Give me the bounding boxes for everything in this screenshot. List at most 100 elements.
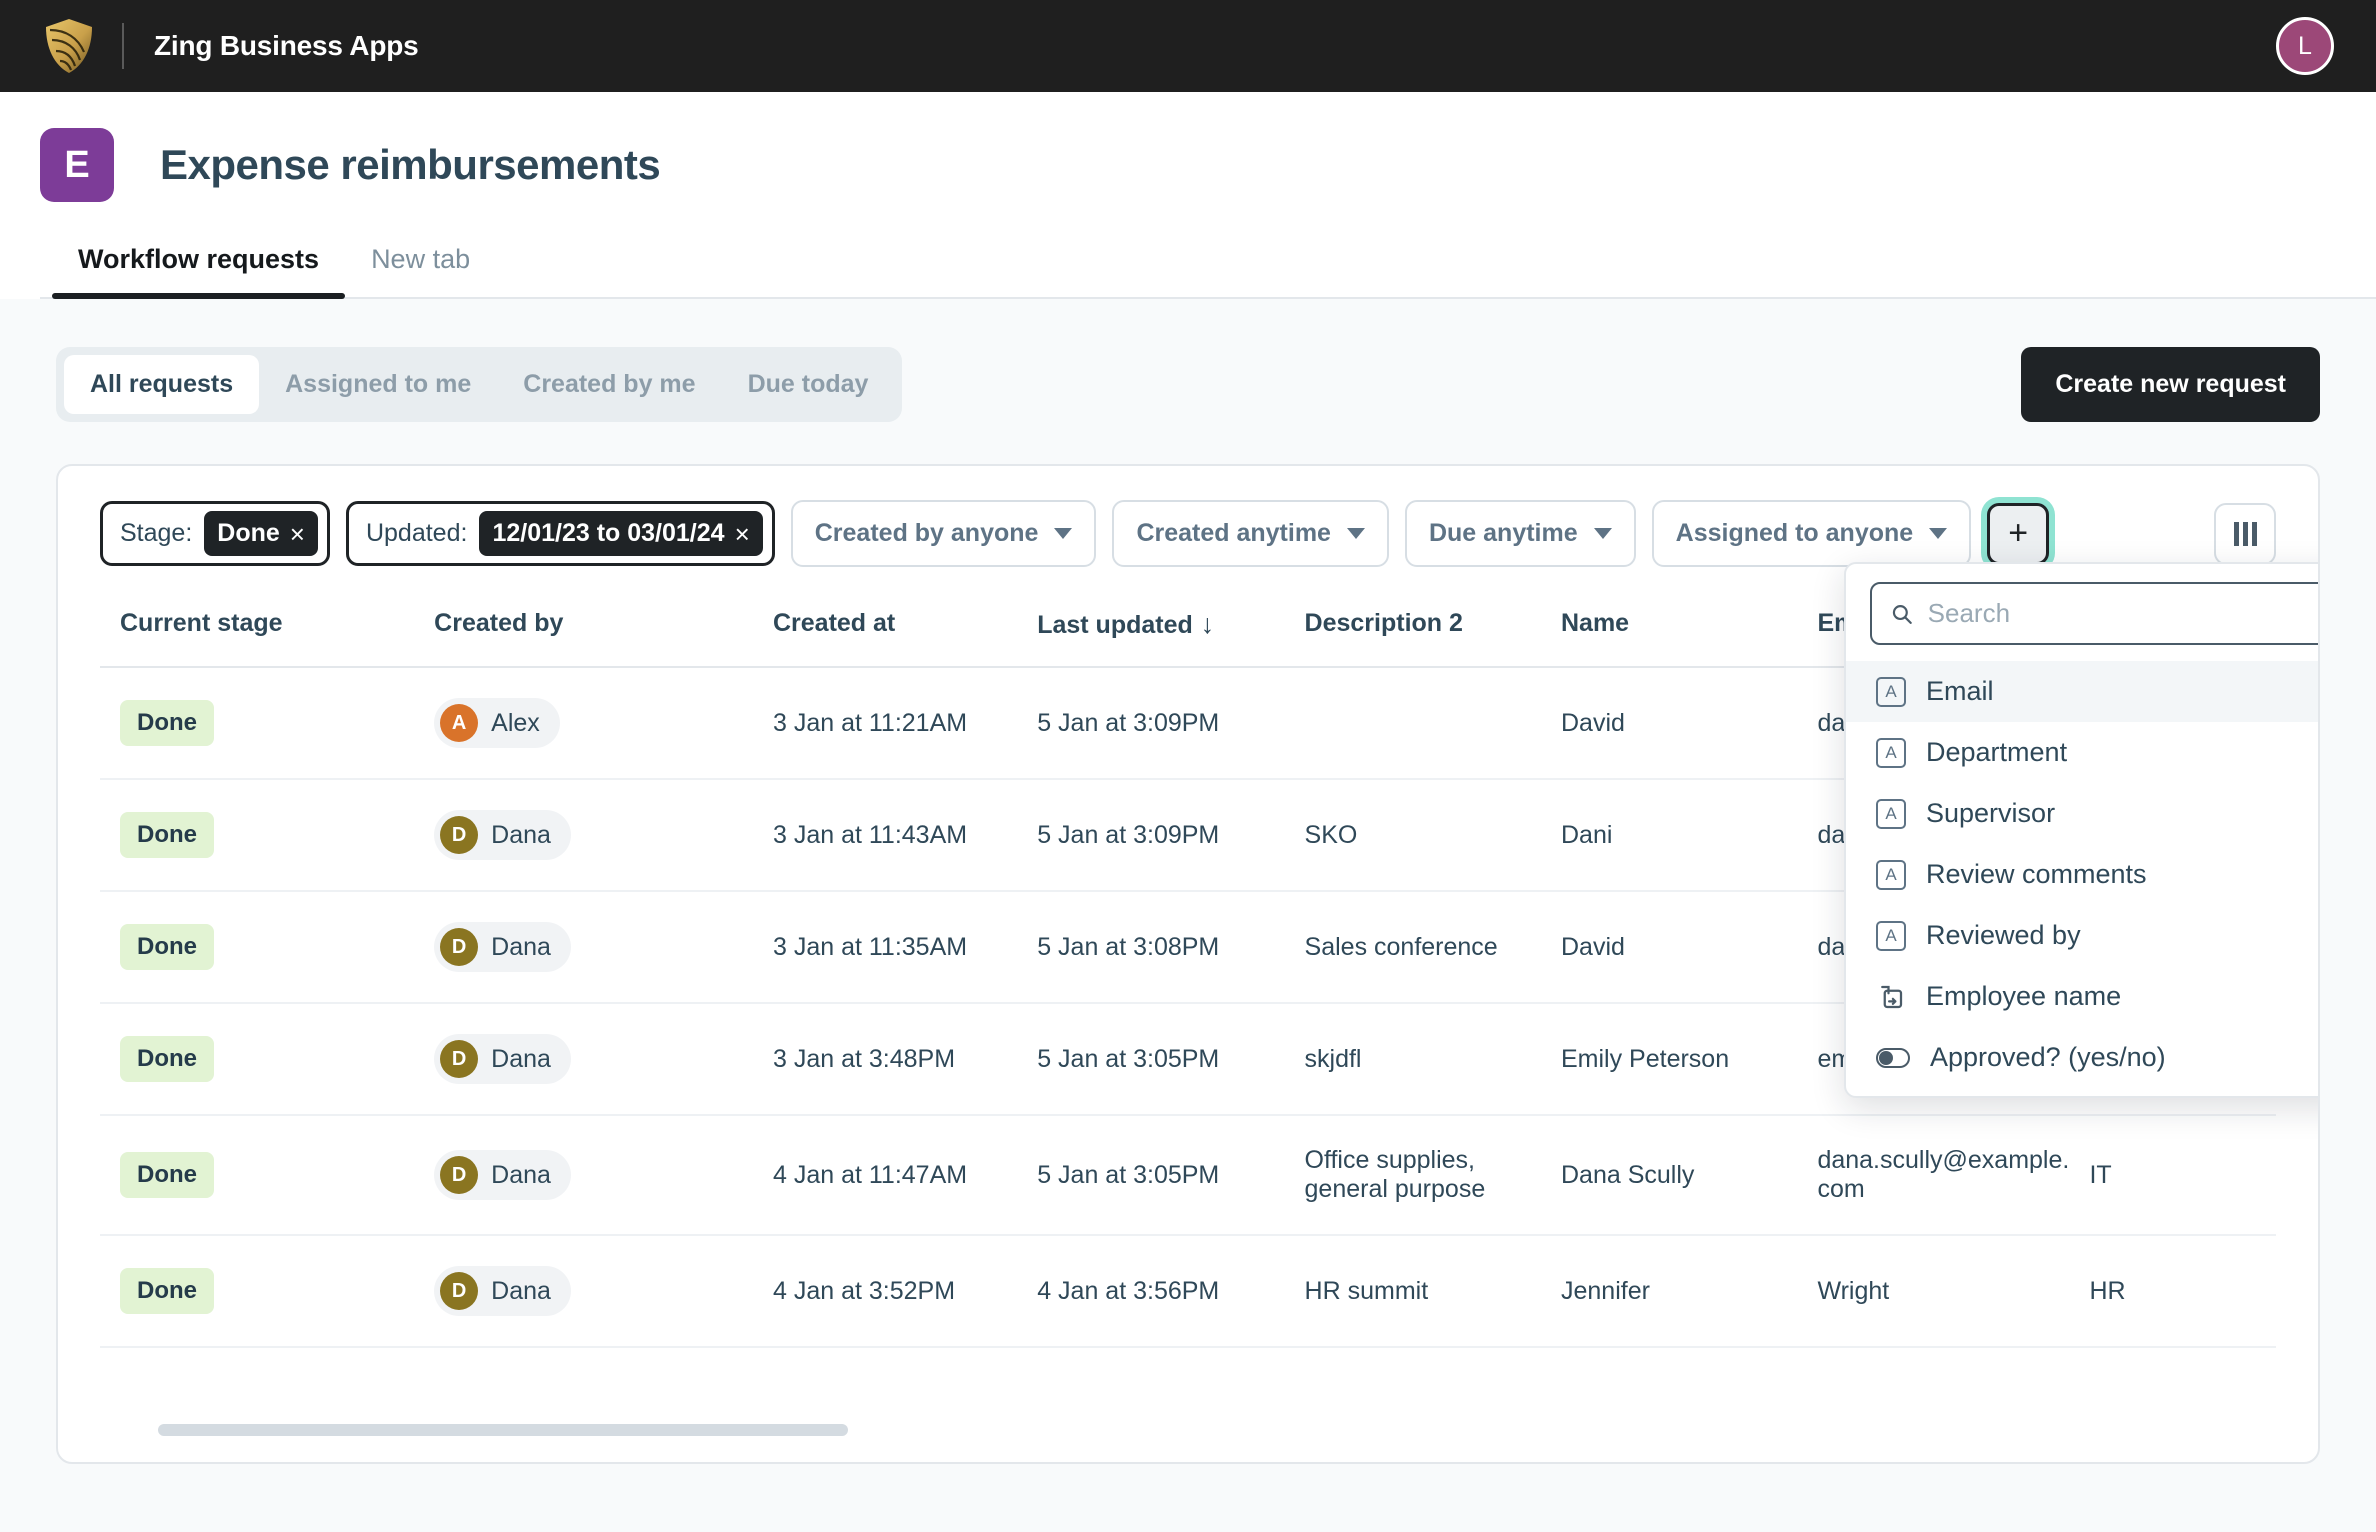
logo-divider [122, 23, 124, 69]
tab-bar: Workflow requests New tab [40, 244, 2376, 299]
scrollbar-thumb[interactable] [158, 1424, 848, 1436]
person-name: Dana [491, 821, 551, 850]
status-badge: Done [120, 812, 214, 858]
requests-table-card: Stage: Done × Updated: 12/01/23 to 03/01… [56, 464, 2320, 1464]
person-name: Dana [491, 933, 551, 962]
add-filter-popover: A Email A Department A Supervisor A Revi… [1844, 562, 2320, 1098]
popover-item-reviewed-by[interactable]: A Reviewed by [1846, 905, 2320, 966]
popover-item-employee-name[interactable]: Employee name [1846, 966, 2320, 1027]
table-row[interactable]: Done D Dana 4 Jan at 11:47AM 5 Jan at 3:0… [100, 1115, 2276, 1235]
avatar: D [440, 1272, 478, 1310]
search-input[interactable] [1928, 598, 2308, 629]
column-header-description-2[interactable]: Description 2 [1305, 587, 1561, 667]
column-header-current-stage[interactable]: Current stage [100, 587, 434, 667]
toolbar-row: All requests Assigned to me Created by m… [56, 347, 2320, 422]
column-header-created-by[interactable]: Created by [434, 587, 773, 667]
person-name: Dana [491, 1161, 551, 1190]
tab-new-tab[interactable]: New tab [345, 244, 496, 297]
user-avatar[interactable]: L [2276, 17, 2334, 75]
request-filter-segmented-control: All requests Assigned to me Created by m… [56, 347, 902, 422]
avatar: D [440, 928, 478, 966]
column-header-name[interactable]: Name [1561, 587, 1817, 667]
app-title-row: E Expense reimbursements [40, 128, 2376, 202]
cell-name: Dana Scully [1561, 1115, 1817, 1235]
cell-description-2: Office supplies, general purpose [1305, 1115, 1561, 1235]
create-new-request-button[interactable]: Create new request [2021, 347, 2320, 422]
close-icon[interactable]: × [735, 521, 750, 547]
columns-icon [2234, 522, 2257, 546]
dropdown-assigned-to[interactable]: Assigned to anyone [1652, 500, 1972, 567]
text-field-icon: A [1876, 921, 1906, 951]
filter-chip-updated-label: Updated: [366, 519, 467, 548]
cell-description-2: SKO [1305, 779, 1561, 891]
popover-item-label: Email [1926, 676, 1994, 707]
cell-created-at: 3 Jan at 11:21AM [773, 667, 1037, 779]
column-header-created-at[interactable]: Created at [773, 587, 1037, 667]
dropdown-due-anytime-label: Due anytime [1429, 519, 1578, 548]
filter-chip-stage-value-group: Done × [204, 511, 318, 556]
person-name: Alex [491, 709, 540, 738]
dropdown-created-anytime[interactable]: Created anytime [1112, 500, 1389, 567]
popover-item-email[interactable]: A Email [1846, 661, 2320, 722]
segment-assigned-to-me[interactable]: Assigned to me [259, 355, 497, 414]
cell-last-updated: 5 Jan at 3:05PM [1037, 1115, 1304, 1235]
popover-item-supervisor[interactable]: A Supervisor [1846, 783, 2320, 844]
column-settings-button[interactable] [2214, 503, 2276, 565]
person-chip[interactable]: D Dana [434, 922, 571, 972]
status-badge: Done [120, 1268, 214, 1314]
column-header-last-updated[interactable]: Last updated↓ [1037, 587, 1304, 667]
popover-item-label: Review comments [1926, 859, 2147, 890]
cell-name: Dani [1561, 779, 1817, 891]
brand-logo-group[interactable]: Zing Business Apps [44, 18, 419, 74]
person-chip[interactable]: DDana [434, 1034, 571, 1084]
person-chip[interactable]: AAlex [434, 698, 560, 748]
close-icon[interactable]: × [290, 521, 305, 547]
cell-stage: Done [100, 779, 434, 891]
cell-description-2 [1305, 667, 1561, 779]
popover-item-department[interactable]: A Department [1846, 722, 2320, 783]
segment-all-requests[interactable]: All requests [64, 355, 259, 414]
dropdown-created-by[interactable]: Created by anyone [791, 500, 1097, 567]
cell-created-at: 3 Jan at 3:48PM [773, 1003, 1037, 1115]
cell-department: IT [2089, 1115, 2276, 1235]
dropdown-created-anytime-label: Created anytime [1136, 519, 1331, 548]
dropdown-due-anytime[interactable]: Due anytime [1405, 500, 1636, 567]
cell-last-updated: 5 Jan at 3:09PM [1037, 779, 1304, 891]
text-field-icon: A [1876, 799, 1906, 829]
brand-name: Zing Business Apps [154, 30, 419, 62]
popover-item-label: Employee name [1926, 981, 2121, 1012]
filter-chip-updated[interactable]: Updated: 12/01/23 to 03/01/24 × [346, 501, 775, 566]
person-chip[interactable]: D Dana [434, 1150, 571, 1200]
popover-item-approved[interactable]: Approved? (yes/no) [1846, 1027, 2320, 1088]
popover-item-review-comments[interactable]: A Review comments [1846, 844, 2320, 905]
top-navigation-bar: Zing Business Apps L [0, 0, 2376, 92]
status-badge: Done [120, 1036, 214, 1082]
cell-name: Emily Peterson [1561, 1003, 1817, 1115]
status-badge: Done [120, 700, 214, 746]
cell-last-updated: 5 Jan at 3:08PM [1037, 891, 1304, 1003]
filter-chip-stage-value: Done [217, 519, 280, 548]
segment-created-by-me[interactable]: Created by me [497, 355, 721, 414]
add-filter-button[interactable]: + [1987, 503, 2049, 565]
cell-created-at: 4 Jan at 11:47AM [773, 1115, 1037, 1235]
table-row[interactable]: Done DDana 4 Jan at 3:52PM 4 Jan at 3:56… [100, 1235, 2276, 1347]
cell-email: dana.scully@example.com [1817, 1115, 2089, 1235]
person-chip[interactable]: DDana [434, 1266, 571, 1316]
segment-due-today[interactable]: Due today [722, 355, 895, 414]
shield-logo-icon [44, 18, 94, 74]
cell-created-by: D Dana [434, 779, 773, 891]
filter-chip-stage[interactable]: Stage: Done × [100, 501, 330, 566]
app-header: E Expense reimbursements Workflow reques… [0, 92, 2376, 299]
popover-search-box[interactable] [1870, 582, 2320, 645]
tab-workflow-requests[interactable]: Workflow requests [52, 244, 345, 297]
cell-created-at: 3 Jan at 11:43AM [773, 779, 1037, 891]
avatar: D [440, 1156, 478, 1194]
arrow-down-icon: ↓ [1201, 609, 1215, 639]
horizontal-scrollbar[interactable] [158, 1424, 2320, 1436]
app-icon: E [40, 128, 114, 202]
status-badge: Done [120, 1152, 214, 1198]
avatar: D [440, 816, 478, 854]
text-field-icon: A [1876, 738, 1906, 768]
toggle-icon [1876, 1048, 1910, 1068]
person-chip[interactable]: D Dana [434, 810, 571, 860]
